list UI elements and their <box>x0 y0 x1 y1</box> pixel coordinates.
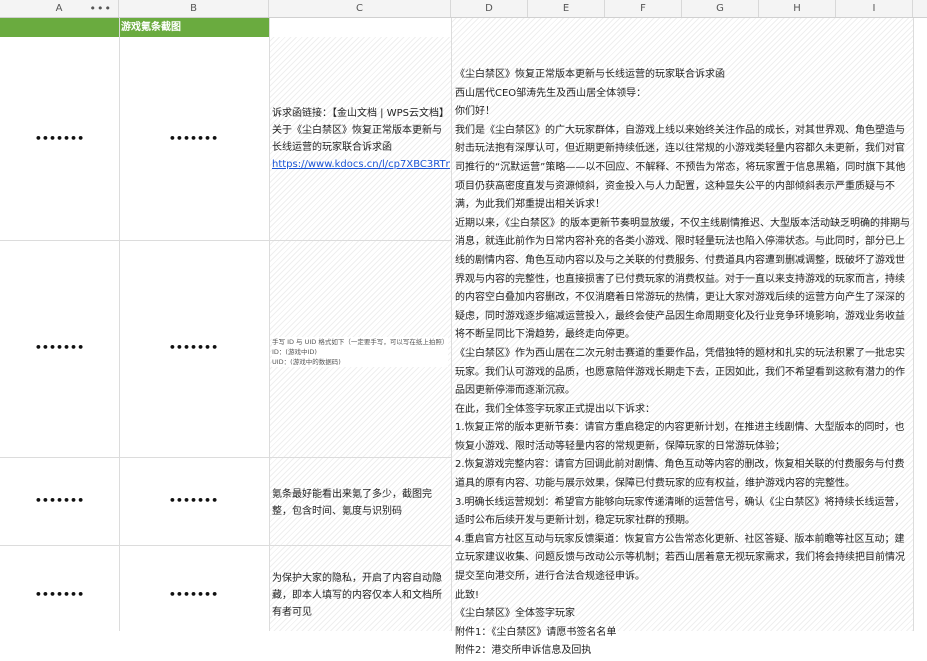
letter-attachment: 附件1：《尘白禁区》请愿书签名名单 <box>455 626 617 638</box>
letter-demand: 4.重启官方社区互动与玩家反馈渠道：恢复官方公告常态化更新、社区答疑、版本前瞻等… <box>455 533 905 583</box>
column-header-bar: A ••• B C D E F G H I <box>0 0 927 18</box>
grid-line <box>0 240 451 241</box>
id-note-line3: UID：(游戏中的数据码) <box>272 358 341 366</box>
masked-cell-b4[interactable]: ••••••• <box>134 588 253 601</box>
more-icon[interactable]: ••• <box>90 0 112 17</box>
letter-paragraph: 在此，我们全体签字玩家正式提出以下诉求： <box>455 403 655 415</box>
id-note-line2: ID：(游戏中ID) <box>272 348 317 356</box>
sheet-right-edge <box>913 18 927 631</box>
header-band-title[interactable]: 游戏氪条截图 <box>119 18 181 37</box>
letter-demand: 2.恢复游戏完整内容：请官方回调此前对剧情、角色互动等内容的删改，恢复相关联的付… <box>455 459 905 490</box>
column-header-f[interactable]: F <box>605 0 682 17</box>
letter-demand: 1.恢复正常的版本更新节奏：请官方重启稳定的内容更新计划，在推进主线剧情、大型版… <box>455 422 905 452</box>
masked-cell-b2[interactable]: ••••••• <box>134 341 253 354</box>
letter-closing: 此致! <box>455 589 480 601</box>
letter-salutation: 西山居代CEO邹涛先生及西山居全体领导： <box>455 87 647 99</box>
letter-title: 《尘白禁区》恢复正常版本更新与长线运营的玩家联合诉求函 <box>455 69 725 80</box>
grid-line <box>451 18 452 631</box>
masked-cell-b3[interactable]: ••••••• <box>134 494 253 507</box>
masked-cell-b1[interactable]: ••••••• <box>134 132 253 145</box>
petition-link-label: 诉求函链接：【金山文档 | WPS云文档】关于《尘白禁区》恢复正常版本更新与长线… <box>272 108 444 153</box>
grid-line <box>269 18 270 631</box>
letter-paragraph: 近期以来，《尘白禁区》的版本更新节奏明显放缓，不仅主线剧情推迟、大型版本活动缺乏… <box>455 217 910 341</box>
letter-signature: 《尘白禁区》全体签字玩家 <box>455 608 575 620</box>
grid-line <box>119 18 120 631</box>
masked-cell-a2[interactable]: ••••••• <box>0 341 119 354</box>
column-header-e[interactable]: E <box>528 0 605 17</box>
column-header-a[interactable]: A ••• <box>0 0 119 17</box>
column-header-d[interactable]: D <box>451 0 528 17</box>
column-header-c[interactable]: C <box>269 0 451 17</box>
petition-link-url[interactable]: https://www.kdocs.cn/l/cp7XBC3RTnsj <box>272 156 450 173</box>
column-header-h[interactable]: H <box>759 0 836 17</box>
cell-c-petition-link[interactable]: 诉求函链接：【金山文档 | WPS云文档】关于《尘白禁区》恢复正常版本更新与长线… <box>272 105 450 173</box>
masked-cell-a1[interactable]: ••••••• <box>0 132 119 145</box>
cell-c-screenshot-instructions[interactable]: 氪条最好能看出来氪了多少，截图完整，包含时间、氪度与识别码 <box>272 486 448 520</box>
cell-c-privacy-note[interactable]: 为保护大家的隐私，开启了内容自动隐藏，即本人填写的内容仅本人和文档所有者可见 <box>272 570 448 621</box>
letter-attachment: 附件2：港交所申诉信息及回执 <box>455 645 592 657</box>
masked-cell-a4[interactable]: ••••••• <box>0 588 119 601</box>
grid-line <box>0 545 451 546</box>
column-header-b[interactable]: B <box>119 0 269 17</box>
letter-demand: 3.明确长线运营规划：希望官方能够向玩家传递清晰的运营信号，确认《尘白禁区》将持… <box>455 496 905 527</box>
column-header-i[interactable]: I <box>836 0 913 17</box>
petition-letter-cell[interactable]: 《尘白禁区》恢复正常版本更新与长线运营的玩家联合诉求函 西山居代CEO邹涛先生及… <box>455 66 913 661</box>
letter-paragraph: 《尘白禁区》作为西山居在二次元射击赛道的重要作品，凭借独特的题材和扎实的玩法积累… <box>455 347 905 397</box>
masked-cell-a3[interactable]: ••••••• <box>0 494 119 507</box>
letter-paragraph: 我们是《尘白禁区》的广大玩家群体，自游戏上线以来始终关注作品的成长，对其世界观、… <box>455 124 906 211</box>
cell-c-id-format-note[interactable]: 手写 ID 与 UID 格式如下（一定要手写，可以写在纸上拍照） ID：(游戏中… <box>272 337 448 367</box>
id-note-line1: 手写 ID 与 UID 格式如下（一定要手写，可以写在纸上拍照） <box>272 338 449 346</box>
grid-line <box>0 457 451 458</box>
column-header-g[interactable]: G <box>682 0 759 17</box>
letter-greeting: 你们好！ <box>455 106 495 118</box>
